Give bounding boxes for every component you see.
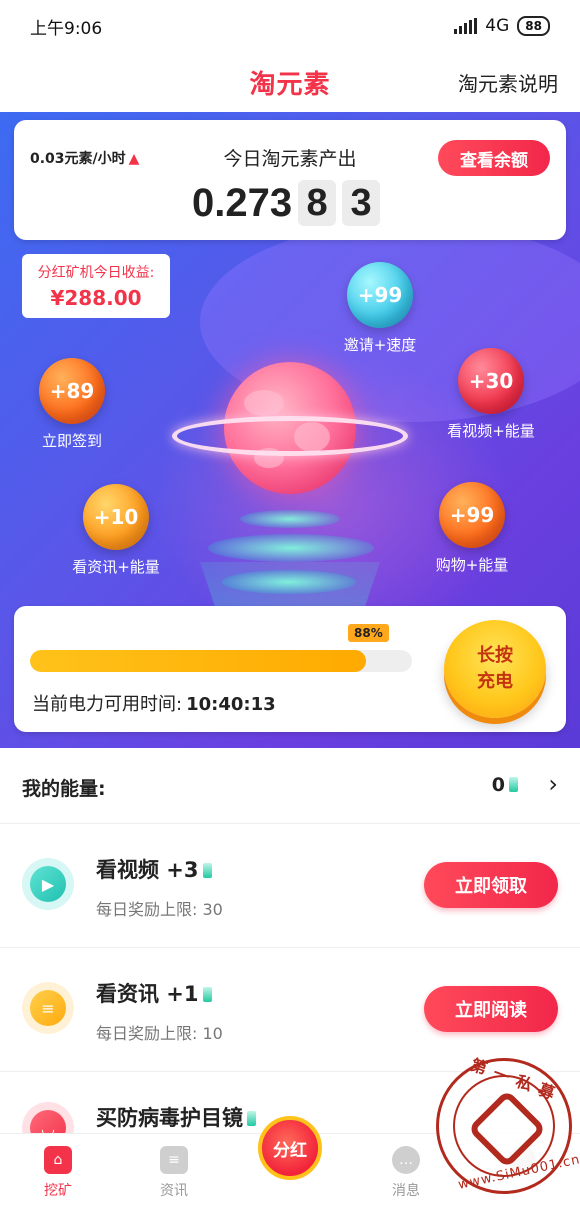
money-bag-icon: 分红: [258, 1116, 322, 1180]
decorative-disk: [240, 510, 340, 528]
power-progress-fill: [30, 650, 367, 672]
checkin-bubble[interactable]: +89 立即签到: [32, 358, 112, 451]
energy-battery-icon: [247, 1111, 256, 1126]
invite-bubble-ball: +99: [347, 262, 413, 328]
task-title: 看资讯 +1: [96, 978, 212, 1008]
output-counter: 0.273 8 3: [192, 180, 381, 226]
power-time-value: 10:40:13: [186, 694, 276, 715]
power-card: 88% 当前电力可用时间: 10:40:13 长按 充电: [14, 606, 566, 732]
my-energy-value: 0: [492, 774, 518, 796]
nav-tab-dividend[interactable]: 分红: [232, 1116, 348, 1207]
my-energy-row[interactable]: 我的能量: 0 ›: [0, 748, 580, 824]
nav-tab-mining[interactable]: ⌂ 挖矿: [0, 1134, 116, 1207]
shopping-bubble-ball: +99: [439, 482, 505, 548]
task-row: ≡ 看资讯 +1 每日奖励上限: 10 立即阅读: [0, 948, 580, 1072]
status-icons: 4G 88: [454, 16, 550, 36]
news-bubble-label: 看资讯+能量: [72, 558, 160, 576]
charge-button-line1: 长按: [477, 645, 513, 666]
nav-tab-label: 资讯: [160, 1183, 188, 1199]
signal-icon: [454, 18, 478, 34]
app-header: 淘元素 淘元素说明: [0, 52, 580, 112]
nav-tab-news[interactable]: ≡ 资讯: [116, 1134, 232, 1207]
dividend-miner-card[interactable]: 分红矿机今日收益: ¥288.00: [22, 254, 170, 318]
planet-illustration: [172, 362, 408, 512]
nav-tab-label: 分红: [273, 1140, 307, 1161]
task-title-text: 买防病毒护目镜: [96, 1106, 243, 1130]
task-row: ▶ 看视频 +3 每日奖励上限: 30 立即领取: [0, 824, 580, 948]
energy-battery-icon: [202, 863, 212, 878]
output-counter-digit: 8: [298, 180, 337, 226]
document-icon: ≡: [22, 982, 74, 1034]
charge-button-line2: 充电: [477, 671, 513, 692]
checkin-bubble-ball: +89: [39, 358, 105, 424]
dividend-label: 分红矿机今日收益:: [37, 265, 155, 281]
help-link[interactable]: 淘元素说明: [458, 68, 558, 97]
nav-tab-label: 挖矿: [44, 1183, 72, 1199]
decorative-disk: [208, 534, 374, 562]
video-bubble-ball: +30: [458, 348, 524, 414]
chevron-right-icon: ›: [548, 770, 558, 798]
output-counter-digit: 3: [342, 180, 381, 226]
mining-hero: 0.03元素/小时 ▲ 今日淘元素产出 查看余额 0.273 8 3 分红矿机今日…: [0, 112, 580, 748]
status-time: 上午9:06: [30, 18, 103, 39]
energy-battery-icon: [509, 777, 518, 792]
nav-tab-label: 消息: [392, 1183, 420, 1199]
read-now-button[interactable]: 立即阅读: [424, 986, 558, 1032]
status-bar: 上午9:06 4G 88: [0, 0, 580, 52]
task-title-text: 看视频 +3: [96, 858, 199, 882]
home-icon: ⌂: [44, 1146, 72, 1174]
shopping-bubble-label: 购物+能量: [435, 556, 509, 574]
power-time: 当前电力可用时间: 10:40:13: [32, 690, 276, 716]
news-icon: ≡: [160, 1146, 188, 1174]
task-title: 买防病毒护目镜: [96, 1102, 256, 1132]
power-percent-tag: 88%: [348, 624, 389, 642]
battery-icon: 88: [517, 16, 550, 36]
long-press-charge-button[interactable]: 长按 充电: [444, 620, 546, 718]
claim-now-button[interactable]: 立即领取: [424, 862, 558, 908]
power-progress-bar: [30, 650, 412, 672]
task-subtitle: 每日奖励上限: 10: [96, 1024, 223, 1043]
output-card: 0.03元素/小时 ▲ 今日淘元素产出 查看余额 0.273 8 3: [14, 120, 566, 240]
invite-bubble[interactable]: +99 邀请+速度: [334, 262, 426, 355]
checkin-bubble-label: 立即签到: [41, 432, 102, 450]
news-bubble-ball: +10: [83, 484, 149, 550]
task-title: 看视频 +3: [96, 854, 212, 884]
task-title-text: 看资讯 +1: [96, 982, 199, 1006]
video-bubble-label: 看视频+能量: [447, 422, 535, 440]
my-energy-number: 0: [491, 774, 505, 796]
invite-bubble-label: 邀请+速度: [343, 336, 417, 354]
video-camera-icon: ▶: [22, 858, 74, 910]
power-time-label: 当前电力可用时间:: [32, 694, 183, 715]
video-bubble[interactable]: +30 看视频+能量: [444, 348, 538, 441]
output-counter-main: 0.273: [192, 180, 293, 225]
check-balance-button[interactable]: 查看余额: [438, 140, 550, 176]
task-subtitle: 每日奖励上限: 30: [96, 900, 223, 919]
network-type: 4G: [485, 16, 510, 36]
shopping-bubble[interactable]: +99 购物+能量: [426, 482, 518, 575]
watermark-stamp: 第一私募 www.SiMu001.cn: [436, 1055, 580, 1194]
news-bubble[interactable]: +10 看资讯+能量: [66, 484, 166, 577]
chat-bubble-icon: …: [392, 1146, 420, 1174]
dividend-value: ¥288.00: [50, 286, 142, 310]
planet-ring: [172, 416, 408, 456]
decorative-disk: [222, 570, 356, 594]
energy-battery-icon: [202, 987, 212, 1002]
my-energy-label: 我的能量:: [22, 778, 106, 800]
